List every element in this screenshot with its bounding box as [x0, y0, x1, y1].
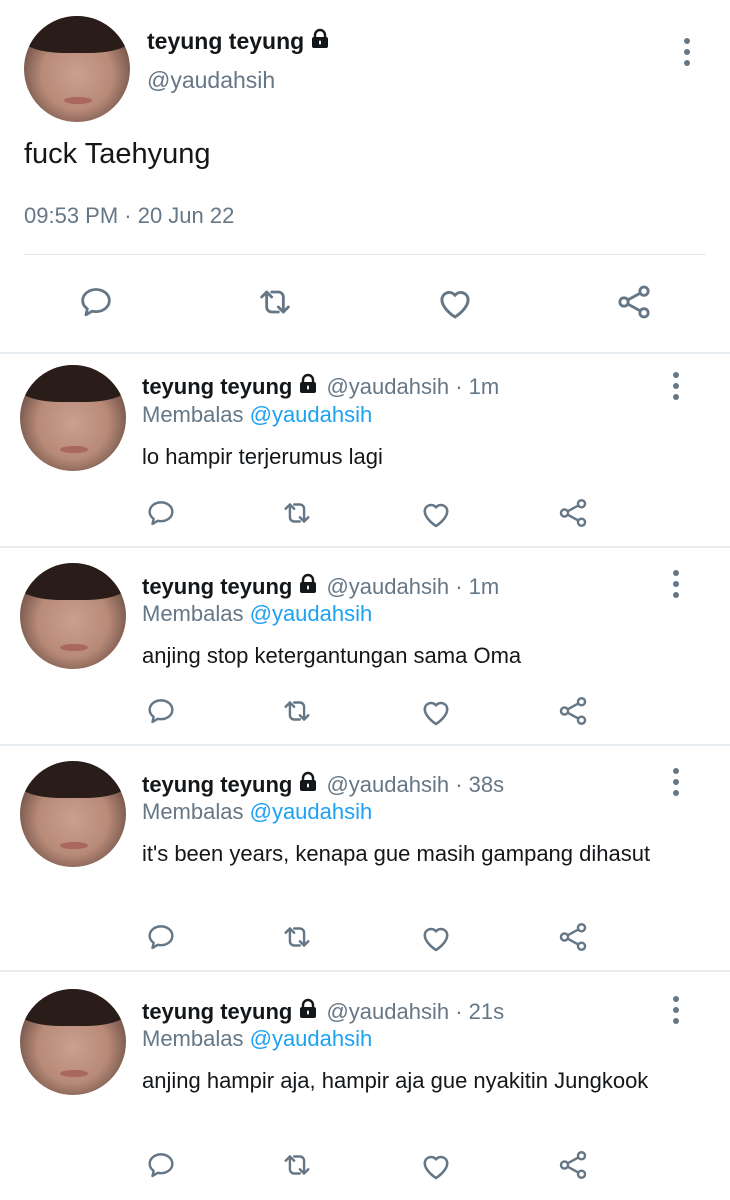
more-vertical-icon[interactable] — [683, 38, 691, 66]
reply-header: teyung teyung @yaudahsih · 21s — [142, 997, 504, 1025]
replying-to: Membalas @yaudahsih — [142, 799, 372, 825]
author-handle[interactable]: @yaudahsih — [147, 67, 275, 94]
lock-icon — [296, 997, 320, 1021]
author-name[interactable]: teyung teyung — [142, 574, 292, 599]
replying-label: Membalas — [142, 1026, 244, 1051]
share-icon[interactable] — [556, 694, 590, 728]
tweet-text: fuck Taehyung — [24, 138, 211, 170]
author-name[interactable]: teyung teyung — [142, 374, 292, 399]
more-vertical-icon[interactable] — [672, 768, 680, 796]
lock-icon — [296, 372, 320, 396]
lock-icon — [296, 572, 320, 596]
avatar[interactable] — [20, 761, 126, 867]
more-vertical-icon[interactable] — [672, 570, 680, 598]
share-icon[interactable] — [556, 496, 590, 530]
like-icon[interactable] — [418, 920, 454, 956]
reply-text: anjing stop ketergantungan sama Oma — [142, 643, 522, 668]
author-handle[interactable]: @yaudahsih — [326, 999, 449, 1024]
author-name-text[interactable]: teyung teyung — [147, 28, 304, 54]
mention-link[interactable]: @yaudahsih — [250, 601, 373, 626]
retweet-icon[interactable] — [280, 694, 314, 728]
reply-text: lo hampir terjerumus lagi — [142, 444, 383, 469]
more-vertical-icon[interactable] — [672, 996, 680, 1024]
reply-time: · 1m — [455, 574, 500, 599]
like-icon[interactable] — [434, 282, 476, 324]
reply-tweet[interactable]: teyung teyung @yaudahsih · 21s Membalas … — [0, 972, 730, 1200]
retweet-icon[interactable] — [280, 1148, 314, 1182]
avatar[interactable] — [20, 365, 126, 471]
replying-label: Membalas — [142, 601, 244, 626]
author-name[interactable]: teyung teyung — [142, 999, 292, 1024]
replying-to: Membalas @yaudahsih — [142, 1026, 372, 1052]
mention-link[interactable]: @yaudahsih — [250, 799, 373, 824]
like-icon[interactable] — [418, 496, 454, 532]
retweet-icon[interactable] — [280, 920, 314, 954]
reply-tweet[interactable]: teyung teyung @yaudahsih · 1m Membalas @… — [0, 548, 730, 744]
replying-to: Membalas @yaudahsih — [142, 402, 372, 428]
like-icon[interactable] — [418, 1148, 454, 1184]
avatar[interactable] — [20, 563, 126, 669]
like-icon[interactable] — [418, 694, 454, 730]
reply-time: · 38s — [455, 772, 505, 797]
tweet-timestamp[interactable]: 09:53 PM · 20 Jun 22 — [24, 203, 234, 229]
share-icon[interactable] — [556, 920, 590, 954]
retweet-icon[interactable] — [255, 282, 295, 322]
author-handle[interactable]: @yaudahsih — [326, 772, 449, 797]
replying-to: Membalas @yaudahsih — [142, 601, 372, 627]
author-name[interactable]: teyung teyung — [147, 27, 332, 55]
avatar[interactable] — [24, 16, 130, 122]
mention-link[interactable]: @yaudahsih — [250, 1026, 373, 1051]
more-vertical-icon[interactable] — [672, 372, 680, 400]
reply-icon[interactable] — [76, 282, 116, 322]
reply-tweet[interactable]: teyung teyung @yaudahsih · 1m Membalas @… — [0, 354, 730, 546]
reply-tweet[interactable]: teyung teyung @yaudahsih · 38s Membalas … — [0, 746, 730, 970]
reply-header: teyung teyung @yaudahsih · 38s — [142, 770, 504, 798]
reply-time: · 21s — [455, 999, 505, 1024]
reply-icon[interactable] — [144, 496, 178, 530]
replying-label: Membalas — [142, 402, 244, 427]
reply-text: anjing hampir aja, hampir aja gue nyakit… — [142, 1068, 649, 1093]
divider — [24, 254, 706, 255]
share-icon[interactable] — [556, 1148, 590, 1182]
retweet-icon[interactable] — [280, 496, 314, 530]
lock-icon — [308, 27, 332, 51]
reply-header: teyung teyung @yaudahsih · 1m — [142, 372, 499, 400]
reply-time: · 1m — [455, 374, 500, 399]
reply-icon[interactable] — [144, 1148, 178, 1182]
reply-header: teyung teyung @yaudahsih · 1m — [142, 572, 499, 600]
author-handle[interactable]: @yaudahsih — [326, 374, 449, 399]
author-name[interactable]: teyung teyung — [142, 772, 292, 797]
author-handle[interactable]: @yaudahsih — [326, 574, 449, 599]
reply-icon[interactable] — [144, 694, 178, 728]
mention-link[interactable]: @yaudahsih — [250, 402, 373, 427]
main-tweet: teyung teyung @yaudahsih fuck Taehyung 0… — [0, 0, 730, 352]
reply-icon[interactable] — [144, 920, 178, 954]
lock-icon — [296, 770, 320, 794]
share-icon[interactable] — [614, 282, 654, 322]
replying-label: Membalas — [142, 799, 244, 824]
reply-text: it's been years, kenapa gue masih gampan… — [142, 841, 651, 866]
avatar[interactable] — [20, 989, 126, 1095]
